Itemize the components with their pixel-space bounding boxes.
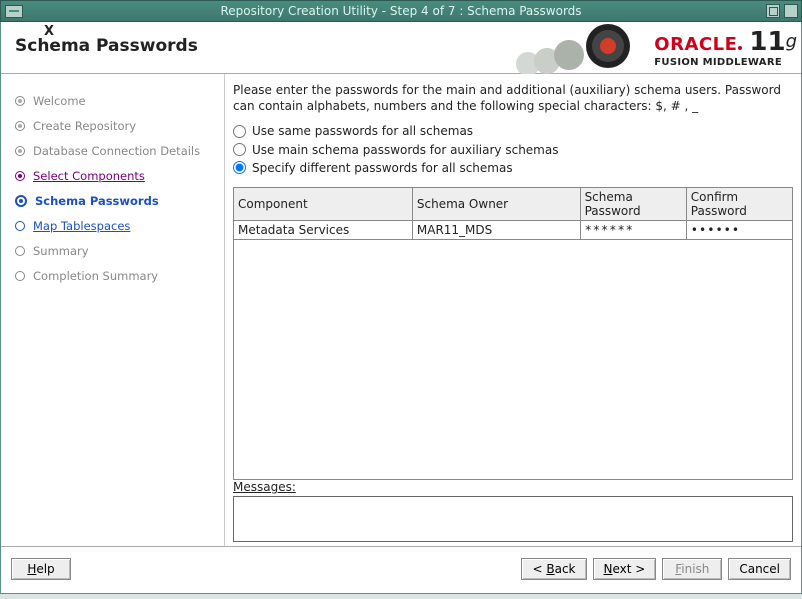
nav-node-icon	[15, 271, 25, 281]
header-row: X Schema Passwords ORACLE 11g FUSION MID…	[1, 22, 801, 74]
nav-node-icon	[15, 121, 25, 131]
page-title: Schema Passwords	[15, 36, 198, 56]
nav-item-db-connection: Database Connection Details	[15, 138, 224, 163]
wizard-nav: Welcome Create Repository Database Conne…	[1, 74, 225, 546]
window-title: Repository Creation Utility - Step 4 of …	[1, 4, 801, 18]
version-number: 11	[749, 27, 785, 57]
radio-same-passwords[interactable]: Use same passwords for all schemas	[233, 122, 793, 140]
nav-label: Select Components	[33, 169, 145, 183]
nav-item-completion-summary: Completion Summary	[15, 263, 224, 288]
cell-schema-password[interactable]: ******	[580, 220, 686, 239]
cancel-button[interactable]: Cancel	[728, 558, 791, 580]
brand-text: ORACLE	[654, 34, 737, 55]
nav-label: Map Tablespaces	[33, 219, 130, 233]
window-body: X Schema Passwords ORACLE 11g FUSION MID…	[0, 22, 802, 594]
window-maximize-button[interactable]	[766, 4, 780, 18]
brand-area: ORACLE 11g FUSION MIDDLEWARE	[494, 22, 801, 74]
oracle-logo: ORACLE 11g FUSION MIDDLEWARE	[654, 27, 797, 68]
nav-node-icon	[15, 171, 25, 181]
nav-node-icon	[15, 96, 25, 106]
nav-item-map-tablespaces[interactable]: Map Tablespaces	[15, 213, 224, 238]
nav-node-icon	[15, 146, 25, 156]
password-table-wrap: Component Schema Owner Schema Password C…	[233, 187, 793, 480]
col-component: Component	[234, 187, 413, 220]
next-button[interactable]: Next >	[593, 558, 657, 580]
help-button[interactable]: Help	[11, 558, 71, 580]
messages-box	[233, 496, 793, 542]
nav-label: Create Repository	[33, 119, 136, 133]
radio-label-diff: Specify different passwords for all sche…	[252, 161, 513, 175]
radio-input-main[interactable]	[233, 143, 246, 156]
close-icon[interactable]: X	[44, 24, 54, 39]
window-close-button[interactable]	[784, 4, 798, 18]
window-menu-button[interactable]	[5, 5, 23, 18]
col-schema-owner: Schema Owner	[412, 187, 580, 220]
radio-input-same[interactable]	[233, 125, 246, 138]
nav-label: Welcome	[33, 94, 86, 108]
col-schema-password: Schema Password	[580, 187, 686, 220]
nav-node-icon	[15, 195, 27, 207]
instructions-text: Please enter the passwords for the main …	[233, 82, 793, 114]
radio-input-diff[interactable]	[233, 161, 246, 174]
nav-item-schema-passwords: Schema Passwords	[15, 188, 224, 213]
content-pane: Please enter the passwords for the main …	[225, 74, 801, 546]
cell-confirm-password[interactable]: ••••••	[686, 220, 792, 239]
nav-item-select-components[interactable]: Select Components	[15, 163, 224, 188]
table-row: Metadata Services MAR11_MDS ****** •••••…	[234, 220, 793, 239]
cell-component: Metadata Services	[234, 220, 413, 239]
nav-label: Database Connection Details	[33, 144, 200, 158]
nav-node-icon	[15, 246, 25, 256]
radio-label-same: Use same passwords for all schemas	[252, 124, 473, 138]
back-button[interactable]: < Back	[521, 558, 586, 580]
password-table: Component Schema Owner Schema Password C…	[233, 187, 793, 240]
nav-node-icon	[15, 221, 25, 231]
nav-label: Schema Passwords	[35, 194, 159, 208]
nav-label: Summary	[33, 244, 89, 258]
col-confirm-password: Confirm Password	[686, 187, 792, 220]
version-suffix: g	[786, 31, 797, 52]
radio-diff-passwords[interactable]: Specify different passwords for all sche…	[233, 159, 793, 177]
gears-icon	[494, 22, 654, 74]
finish-button: Finish	[662, 558, 722, 580]
table-header-row: Component Schema Owner Schema Password C…	[234, 187, 793, 220]
nav-item-welcome: Welcome	[15, 88, 224, 113]
nav-label: Completion Summary	[33, 269, 158, 283]
nav-item-create-repository: Create Repository	[15, 113, 224, 138]
table-empty-area	[233, 240, 793, 480]
footer: Help Help < Back < Back Next > Next > Fi…	[1, 546, 801, 590]
subbrand-text: FUSION MIDDLEWARE	[654, 57, 782, 68]
messages-label: Messages:	[233, 480, 296, 494]
radio-label-main: Use main schema passwords for auxiliary …	[252, 143, 558, 157]
messages-area: Messages:	[233, 480, 793, 542]
nav-item-summary: Summary	[15, 238, 224, 263]
titlebar: Repository Creation Utility - Step 4 of …	[0, 0, 802, 22]
radio-main-passwords[interactable]: Use main schema passwords for auxiliary …	[233, 141, 793, 159]
cell-owner: MAR11_MDS	[412, 220, 580, 239]
